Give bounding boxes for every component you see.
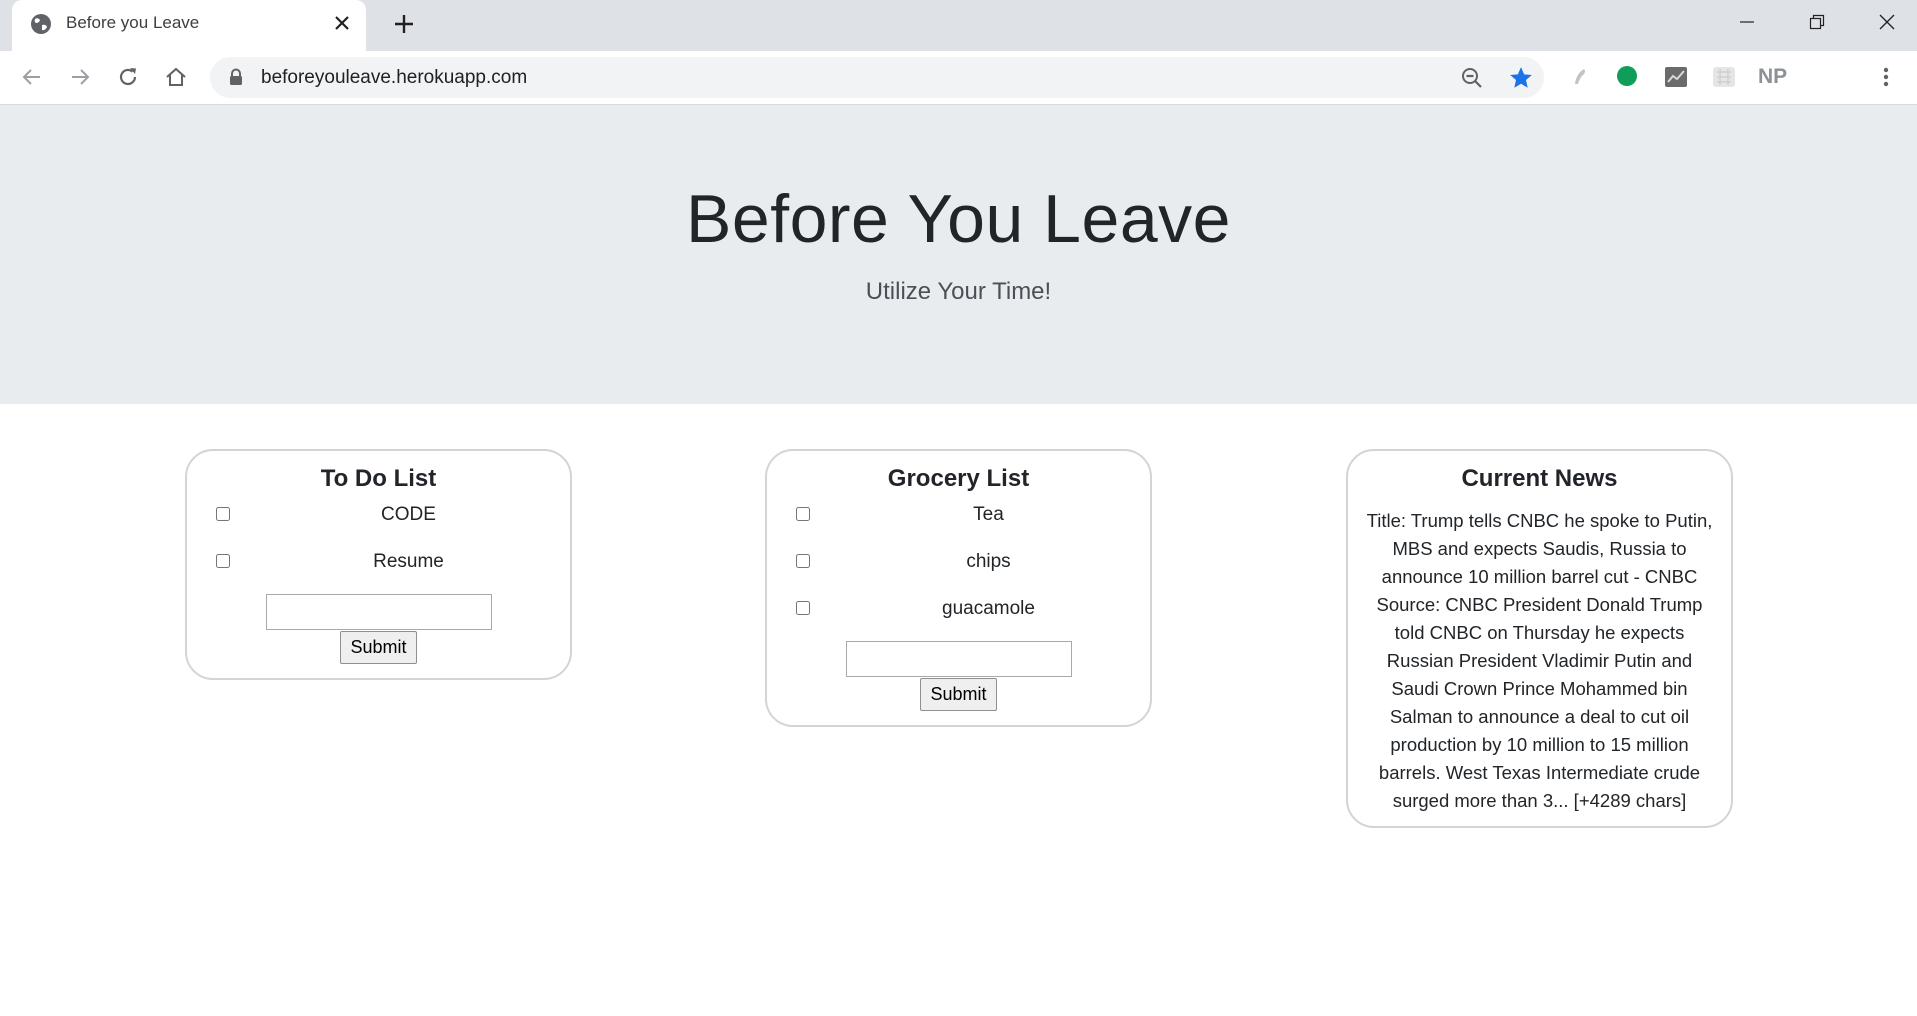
menu-button[interactable] (1872, 63, 1900, 91)
lock-icon (230, 68, 242, 85)
home-icon (166, 67, 186, 86)
header-jumbotron: Before You Leave Utilize Your Time! (0, 105, 1917, 404)
forward-button[interactable] (66, 63, 94, 91)
bookmark-star-icon[interactable] (1508, 65, 1534, 91)
grocery-item-label: Tea (973, 504, 1004, 525)
news-title: Current News (1461, 465, 1618, 492)
todo-item: CODE (187, 500, 570, 547)
close-icon (1879, 14, 1895, 30)
minimize-icon (1740, 21, 1754, 23)
tab-title: Before you Leave (66, 13, 200, 32)
todo-card: To Do List CODE Resume Submit (185, 449, 572, 680)
kebab-menu-icon (1883, 67, 1889, 87)
grid-extension-icon[interactable] (1711, 64, 1737, 90)
page-subtitle: Utilize Your Time! (865, 278, 1052, 305)
tab-strip: Before you Leave (0, 0, 1917, 51)
grocery-item: Tea (767, 500, 1150, 547)
minimize-button[interactable] (1712, 0, 1782, 44)
back-button[interactable] (18, 63, 46, 91)
grocery-checkbox[interactable] (796, 507, 810, 521)
url-text: beforeyouleave.herokuapp.com (261, 67, 528, 88)
restore-icon (1809, 14, 1825, 30)
restore-button[interactable] (1782, 0, 1852, 44)
back-arrow-icon (22, 69, 40, 85)
reload-button[interactable] (114, 63, 142, 91)
home-button[interactable] (162, 63, 190, 91)
todo-submit-button[interactable]: Submit (340, 631, 417, 664)
grocery-submit-button[interactable]: Submit (920, 678, 997, 711)
grocery-item: chips (767, 547, 1150, 594)
todo-item: Resume (187, 547, 570, 594)
news-article-text: Title: Trump tells CNBC he spoke to Puti… (1366, 510, 1713, 811)
chart-extension-icon[interactable] (1663, 64, 1689, 90)
grocery-title: Grocery List (887, 465, 1030, 492)
browser-toolbar: beforeyouleave.herokuapp.com 1 NP (0, 51, 1917, 147)
todo-checkbox[interactable] (216, 554, 230, 568)
grocery-card: Grocery List Tea chips guacamole Submit (765, 449, 1152, 727)
grocery-item-label: guacamole (942, 598, 1035, 619)
grocery-item: guacamole (767, 594, 1150, 641)
new-tab-icon[interactable] (391, 11, 417, 37)
todo-checkbox[interactable] (216, 507, 230, 521)
page-title: Before You Leave (686, 181, 1231, 257)
news-card: Current News Title: Trump tells CNBC he … (1346, 449, 1733, 828)
grocery-item-label: chips (966, 551, 1011, 572)
zoom-out-icon[interactable] (1460, 66, 1484, 90)
globe-icon (31, 14, 51, 34)
grocery-checkbox[interactable] (796, 601, 810, 615)
todo-input[interactable] (265, 594, 492, 630)
grocery-input[interactable] (845, 641, 1072, 677)
reload-icon (119, 68, 137, 86)
close-window-button[interactable] (1852, 0, 1917, 44)
pen-extension-icon[interactable] (1567, 64, 1593, 90)
todo-title: To Do List (320, 465, 437, 492)
close-tab-icon[interactable] (330, 11, 354, 35)
todo-item-label: CODE (381, 504, 436, 525)
address-bar[interactable]: beforeyouleave.herokuapp.com (210, 57, 1544, 98)
grocery-checkbox[interactable] (796, 554, 810, 568)
green-circle-extension-icon[interactable] (1615, 64, 1641, 90)
browser-tab[interactable]: Before you Leave (12, 0, 366, 51)
forward-arrow-icon (72, 69, 90, 85)
np-extension-icon[interactable]: NP (1758, 65, 1788, 91)
todo-item-label: Resume (373, 551, 444, 572)
